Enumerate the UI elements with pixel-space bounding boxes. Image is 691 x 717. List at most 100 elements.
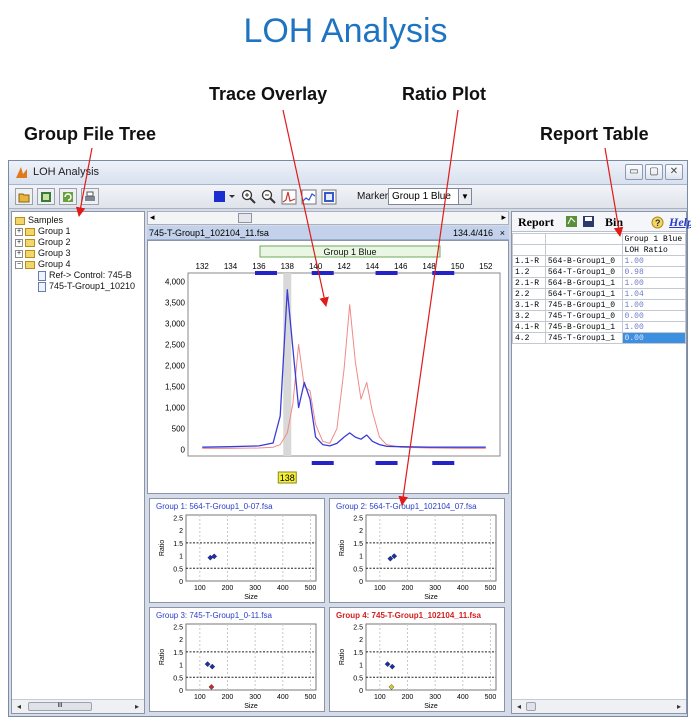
tree-group-2[interactable]: + Group 2 [15, 237, 71, 248]
open-folder-button[interactable] [15, 188, 33, 205]
expand-icon[interactable]: + [15, 249, 23, 258]
x-tick-label: 300 [249, 694, 261, 701]
toolbar: Marker: Group 1 Blue ▼ [9, 185, 687, 209]
x-tick-label: 200 [222, 694, 234, 701]
trace-scroll-thumb[interactable] [238, 213, 252, 223]
bin-bar-top [432, 271, 455, 275]
tree-scroll-thumb[interactable]: III [28, 702, 92, 711]
marker-box-label: Group 1 Blue [323, 247, 376, 257]
y-axis-label: Ratio [159, 649, 166, 665]
chevron-down-icon[interactable]: ▼ [458, 189, 471, 204]
refresh-button[interactable] [59, 188, 77, 205]
ratio-plot-group-1[interactable]: Group 1: 564-T-Group1_0-07.fsa 0 0.5 1 1.5 2 2… [149, 498, 325, 603]
bin-bar-bottom [375, 461, 398, 465]
color-picker-button[interactable] [213, 189, 237, 205]
maximize-button[interactable]: ▢ [645, 164, 663, 180]
tree-group-4[interactable]: − Group 4 [15, 259, 71, 270]
y-tick-label: 2 [359, 528, 363, 535]
minimize-button[interactable]: ▭ [625, 164, 643, 180]
trace-hscrollbar[interactable]: ◂ ▸ [147, 211, 509, 225]
y-tick-label: 1,500 [165, 383, 186, 392]
close-trace-button[interactable]: × [500, 226, 505, 240]
scroll-left-icon[interactable]: ◂ [150, 212, 155, 223]
folder-icon [15, 216, 25, 225]
ratio-plot-title: Group 1: 564-T-Group1_0-07.fsa [156, 502, 273, 511]
help-link[interactable]: Help [669, 215, 691, 230]
x-tick-label: 142 [337, 262, 351, 271]
file-icon [38, 281, 46, 292]
report-title: Report [518, 215, 554, 229]
y-tick-label: 0 [179, 579, 183, 586]
folder-icon [25, 249, 35, 258]
x-tick-label: 100 [194, 585, 206, 592]
ratio-plot-group-3[interactable]: Group 3: 745-T-Group1_0-11.fsa 0 0.5 1 1.5 2 2… [149, 607, 325, 712]
marker-select[interactable]: Group 1 Blue ▼ [388, 188, 472, 205]
tree-group-3[interactable]: + Group 3 [15, 248, 71, 259]
y-tick-label: 3,000 [165, 319, 186, 328]
samples-button[interactable] [37, 188, 55, 205]
help-icon[interactable]: ? [651, 216, 665, 229]
ratio-plot-frame [185, 514, 317, 582]
table-view-button[interactable] [321, 189, 337, 205]
tree-hscrollbar[interactable]: ◂ III ▸ [12, 699, 144, 713]
scroll-right-icon[interactable]: ▸ [132, 702, 142, 712]
tree-file-control[interactable]: Ref-> Control: 745-B [38, 270, 132, 281]
x-tick-label: 300 [429, 694, 441, 701]
tree-root[interactable]: Samples [15, 215, 63, 226]
peak-view-button[interactable] [281, 189, 297, 205]
x-tick-label: 148 [422, 262, 436, 271]
table-row[interactable]: 3.2 745-T-Group1_0 0.00 [512, 310, 687, 322]
y-tick-label: 2.5 [353, 625, 363, 632]
color-swatch-icon [214, 191, 235, 202]
collapse-icon[interactable]: − [15, 260, 23, 269]
y-axis-label: Ratio [159, 540, 166, 556]
trace-overlay-chart[interactable]: Group 1 Blue 132 134 136 138 140 142 144 146 148 1… [148, 241, 508, 493]
print-button[interactable] [81, 188, 99, 205]
x-tick-label: 400 [457, 694, 469, 701]
ratio-plot-group-2[interactable]: Group 2: 564-T-Group1_102104_07.fsa 0 0.5 1… [329, 498, 505, 603]
table-row[interactable]: 2.1-R 564-B-Group1_1 1.00 [512, 277, 687, 289]
scroll-left-icon[interactable]: ◂ [514, 702, 524, 712]
x-tick-label: 300 [429, 585, 441, 592]
y-tick-label: 1 [359, 554, 363, 561]
trace-range: 134.4/416 [452, 228, 493, 238]
scroll-right-icon[interactable]: ▸ [501, 212, 506, 223]
ratio-plot-group-4[interactable]: Group 4: 745-T-Group1_102104_11.fsa 0 0.5 1… [329, 607, 505, 712]
column-header[interactable]: Group 1 Blue [621, 233, 687, 245]
table-row[interactable]: 4.1-R 745-B-Group1_1 1.00 [512, 321, 687, 333]
ratio-plot-svg: Group 1: 564-T-Group1_0-07.fsa 0 0.5 1 1.5 2 2… [156, 502, 317, 601]
x-tick-label: 138 [281, 262, 295, 271]
tree-file-tumor[interactable]: 745-T-Group1_10210 [38, 281, 135, 292]
y-tick-label: 2 [179, 637, 183, 644]
y-tick-label: 500 [172, 425, 186, 434]
x-tick-label: 100 [374, 694, 386, 701]
refresh-icon [63, 192, 73, 202]
group-file-tree: Samples + Group 1 + Group 2 + Group 3 − Grou… [11, 211, 145, 714]
table-row[interactable]: 2.2 564-T-Group1_1 1.04 [512, 288, 687, 300]
overlay-view-button[interactable] [301, 189, 317, 205]
window-titlebar[interactable]: LOH Analysis ▭ ▢ ✕ [9, 161, 687, 185]
y-tick-label: 1,000 [165, 404, 186, 413]
export-icon[interactable] [565, 215, 578, 228]
trace-overlay-pane[interactable]: Group 1 Blue 132 134 136 138 140 142 144 146 148 1… [147, 240, 509, 494]
y-tick-label: 0 [359, 579, 363, 586]
table-subheader-row: LOH Ratio [512, 244, 687, 256]
scroll-left-icon[interactable]: ◂ [14, 702, 24, 712]
expand-icon[interactable]: + [15, 238, 23, 247]
table-row[interactable]: 4.2 745-T-Group1_1 0.00 [512, 332, 687, 344]
close-window-button[interactable]: ✕ [665, 164, 683, 180]
tree-group-1[interactable]: + Group 1 [15, 226, 71, 237]
report-hscrollbar[interactable]: ◂ ▸ [512, 699, 686, 713]
expand-icon[interactable]: + [15, 227, 23, 236]
table-row[interactable]: 1.2 564-T-Group1_0 0.98 [512, 266, 687, 278]
report-header: Report Bin ? Help [512, 212, 691, 232]
save-icon[interactable] [582, 215, 595, 228]
table-row[interactable]: 3.1-R 745-B-Group1_0 1.00 [512, 299, 687, 311]
column-subheader: LOH Ratio [621, 244, 687, 256]
scroll-right-icon[interactable]: ▸ [674, 702, 684, 712]
table-row[interactable]: 1.1-R 564-B-Group1_0 1.00 [512, 255, 687, 267]
report-scroll-thumb[interactable] [526, 702, 536, 711]
zoom-in-button[interactable] [241, 189, 257, 205]
zoom-out-button[interactable] [261, 189, 277, 205]
svg-text:?: ? [655, 218, 661, 228]
